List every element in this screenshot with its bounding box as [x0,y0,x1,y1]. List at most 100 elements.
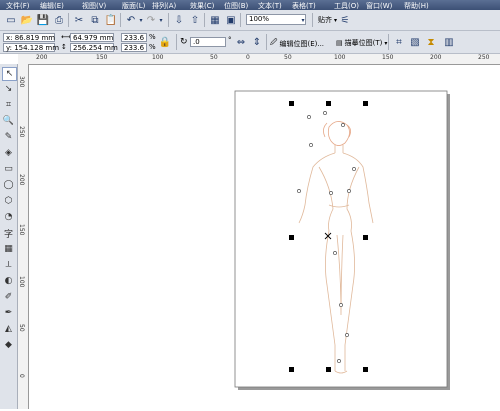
eyedropper-tool-icon[interactable]: ✐ [2,291,15,303]
freehand-tool-icon[interactable]: ✎ [2,131,15,143]
property-bar: x: 86.819 mm y: 154.128 mm ⟷ ↕ 64.979 mm… [0,31,500,54]
ruler-label: 150 [382,54,394,61]
new-document-icon[interactable]: ▭ [4,13,18,27]
wrap-text-icon[interactable]: ▥ [442,35,456,49]
height-field[interactable]: 256.254 mm [70,43,118,52]
text-tool-icon[interactable]: 字 [2,227,15,240]
print-icon[interactable]: ⎙ [52,13,66,27]
canvas-drawing [234,90,450,390]
toolbar-separator [240,13,241,27]
chevron-down-icon: ▾ [384,39,388,47]
mirror-horizontal-icon[interactable]: ⇔ [234,35,248,49]
cut-icon[interactable]: ✂ [72,13,86,27]
import-icon[interactable]: ⇩ [172,13,186,27]
scale-height-field[interactable]: 233.6 [121,43,147,52]
resample-icon[interactable]: ▧ [408,35,422,49]
trace-bitmap-button[interactable]: ▤ 描摹位图(T) ▾ [336,38,387,48]
toolbox: ↖ ↘ ⌗ 🔍 ✎ ◈ ▭ ◯ ⬡ ◔ 字 ▦ ⟂ ◐ ✐ ✒ ◭ ◆ [0,64,18,409]
ruler-label: 150 [18,224,25,236]
smart-fill-tool-icon[interactable]: ◈ [2,147,15,159]
y-position-field[interactable]: y: 154.128 mm [3,43,59,52]
trace-bitmap-label: 描摹位图(T) [344,39,383,47]
width-value: 64.979 mm [73,34,114,42]
ruler-label: 0 [18,374,25,378]
ruler-label: 250 [18,126,25,138]
toolbar-separator [204,13,205,27]
y-position-value: y: 154.128 mm [6,44,60,52]
lock-ratio-icon[interactable]: 🔒 [158,35,172,49]
interactive-blend-tool-icon[interactable]: ◐ [2,275,15,287]
ruler-label: 200 [18,174,25,186]
toolbar-separator [120,13,121,27]
crop-tool-icon[interactable]: ⌗ [2,99,15,111]
crop-bitmap-icon[interactable]: ⌗ [392,35,406,49]
chevron-down-icon: ▾ [334,16,338,24]
options-icon[interactable]: ⚟ [338,13,352,27]
welcome-screen-icon[interactable]: ▣ [224,13,238,27]
ruler-label: 0 [246,54,250,61]
ruler-label: 300 [18,76,25,88]
ruler-label: 50 [210,54,218,61]
basic-shapes-tool-icon[interactable]: ◔ [2,211,15,223]
zoom-tool-icon[interactable]: 🔍 [2,115,15,127]
page [234,90,448,388]
toolbar-separator [388,34,389,50]
zoom-level-value: 100% [249,15,270,23]
ruler-label: 100 [152,54,164,61]
snap-to-button[interactable]: 贴齐 ▾ [318,15,337,25]
edit-bitmap-button[interactable]: 🖉 编辑位图(E)... [270,38,324,49]
drawing-canvas[interactable] [29,65,500,409]
scale-width-field[interactable]: 233.6 [121,33,147,42]
ruler-label: 250 [478,54,490,61]
rectangle-tool-icon[interactable]: ▭ [2,163,15,175]
application-launcher-icon[interactable]: ▦ [208,13,222,27]
export-icon[interactable]: ⇧ [188,13,202,27]
standard-toolbar: ▭ 📂 💾 ⎙ ✂ ⧉ 📋 ↶ ▾ ↷ ▾ ⇩ ⇧ ▦ ▣ 100% ▾ 贴齐 … [0,10,500,31]
width-field[interactable]: 64.979 mm [70,33,114,42]
mirror-vertical-icon[interactable]: ⇕ [250,35,264,49]
bitmap-color-mask-icon[interactable]: ⧗ [424,35,438,49]
scale-width-value: 233.6 [124,34,145,42]
ruler-label: 200 [36,54,48,61]
fill-tool-icon[interactable]: ◭ [2,323,15,335]
paste-icon[interactable]: 📋 [104,13,118,27]
ruler-label: 200 [430,54,442,61]
toolbar-separator [68,13,69,27]
ellipse-tool-icon[interactable]: ◯ [2,179,15,191]
polygon-tool-icon[interactable]: ⬡ [2,195,15,207]
rotation-field[interactable]: .0 [190,37,226,47]
height-value: 256.254 mm [73,44,118,52]
snap-to-label: 贴齐 [318,16,332,24]
edit-bitmap-label: 编辑位图(E)... [279,39,325,48]
zoom-dropdown-icon[interactable]: ▾ [296,13,310,27]
height-icon: ↕ [61,43,67,51]
open-folder-icon[interactable]: 📂 [20,13,34,27]
pick-tool-icon[interactable]: ↖ [2,67,17,81]
dimension-tool-icon[interactable]: ⟂ [2,259,15,271]
save-icon[interactable]: 💾 [36,13,50,27]
ruler-label: 150 [96,54,108,61]
interactive-fill-tool-icon[interactable]: ◆ [2,339,15,351]
edit-bitmap-icon: 🖉 [270,38,278,46]
scale-width-unit: % [149,33,156,41]
outline-tool-icon[interactable]: ✒ [2,307,15,319]
ruler-label: 100 [334,54,346,61]
scale-height-unit: % [149,43,156,51]
ruler-label: 50 [18,324,25,332]
table-tool-icon[interactable]: ▦ [2,243,15,255]
trace-bitmap-icon: ▤ [336,39,343,47]
horizontal-ruler[interactable]: 200 150 100 50 0 50 100 150 200 250 [18,54,500,65]
ruler-label: 100 [18,276,25,288]
ruler-label: 50 [284,54,292,61]
redo-dropdown-icon[interactable]: ▾ [154,13,168,27]
copy-icon[interactable]: ⧉ [88,13,102,27]
toolbar-separator [168,13,169,27]
shape-tool-icon[interactable]: ↘ [2,83,15,95]
x-position-value: x: 86.819 mm [6,34,56,42]
rotation-unit: ° [228,36,232,44]
toolbar-separator [266,34,267,50]
rotation-icon: ↻ [180,37,188,47]
toolbar-separator [312,13,313,27]
x-position-field[interactable]: x: 86.819 mm [3,33,55,42]
vertical-ruler[interactable]: 300 250 200 150 100 50 0 [18,64,29,409]
